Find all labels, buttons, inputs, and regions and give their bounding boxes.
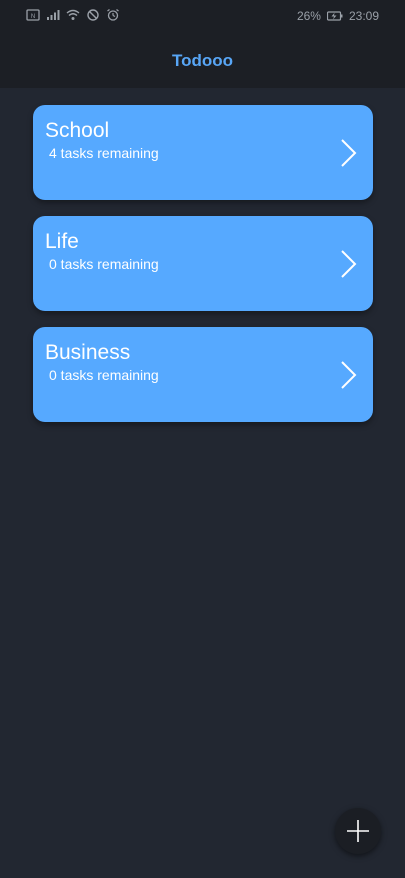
list-card-subtitle: 4 tasks remaining: [49, 145, 159, 161]
status-bar: N 26% 23:09: [0, 0, 405, 34]
status-right: 26% 23:09: [297, 9, 379, 23]
do-not-disturb-icon: [87, 9, 99, 21]
clock: 23:09: [348, 9, 379, 23]
chevron-right-icon: [341, 139, 357, 167]
chevron-right-icon: [341, 250, 357, 278]
battery-percent: 26%: [296, 9, 321, 23]
app-header: Todooo: [0, 34, 405, 88]
todo-list: School 4 tasks remaining Life 0 tasks re…: [33, 105, 373, 438]
list-card-school[interactable]: School 4 tasks remaining: [33, 105, 373, 200]
signal-icon: [47, 10, 60, 20]
svg-text:N: N: [31, 14, 35, 20]
list-card-title: School: [45, 119, 110, 142]
list-card-title: Business: [45, 341, 131, 364]
nfc-icon: N: [26, 9, 40, 21]
app-title: Todooo: [171, 51, 234, 70]
list-card-subtitle: 0 tasks remaining: [49, 367, 159, 383]
list-card-subtitle: 0 tasks remaining: [49, 256, 159, 272]
plus-icon: [347, 820, 369, 842]
list-card-life[interactable]: Life 0 tasks remaining: [33, 216, 373, 311]
add-list-button[interactable]: [335, 808, 381, 854]
status-left-icons: N: [26, 9, 120, 21]
list-card-business[interactable]: Business 0 tasks remaining: [33, 327, 373, 422]
list-card-title: Life: [45, 230, 79, 253]
alarm-icon: [107, 9, 119, 21]
wifi-icon: [66, 9, 80, 20]
battery-charging-icon: [326, 11, 343, 21]
chevron-right-icon: [341, 361, 357, 389]
